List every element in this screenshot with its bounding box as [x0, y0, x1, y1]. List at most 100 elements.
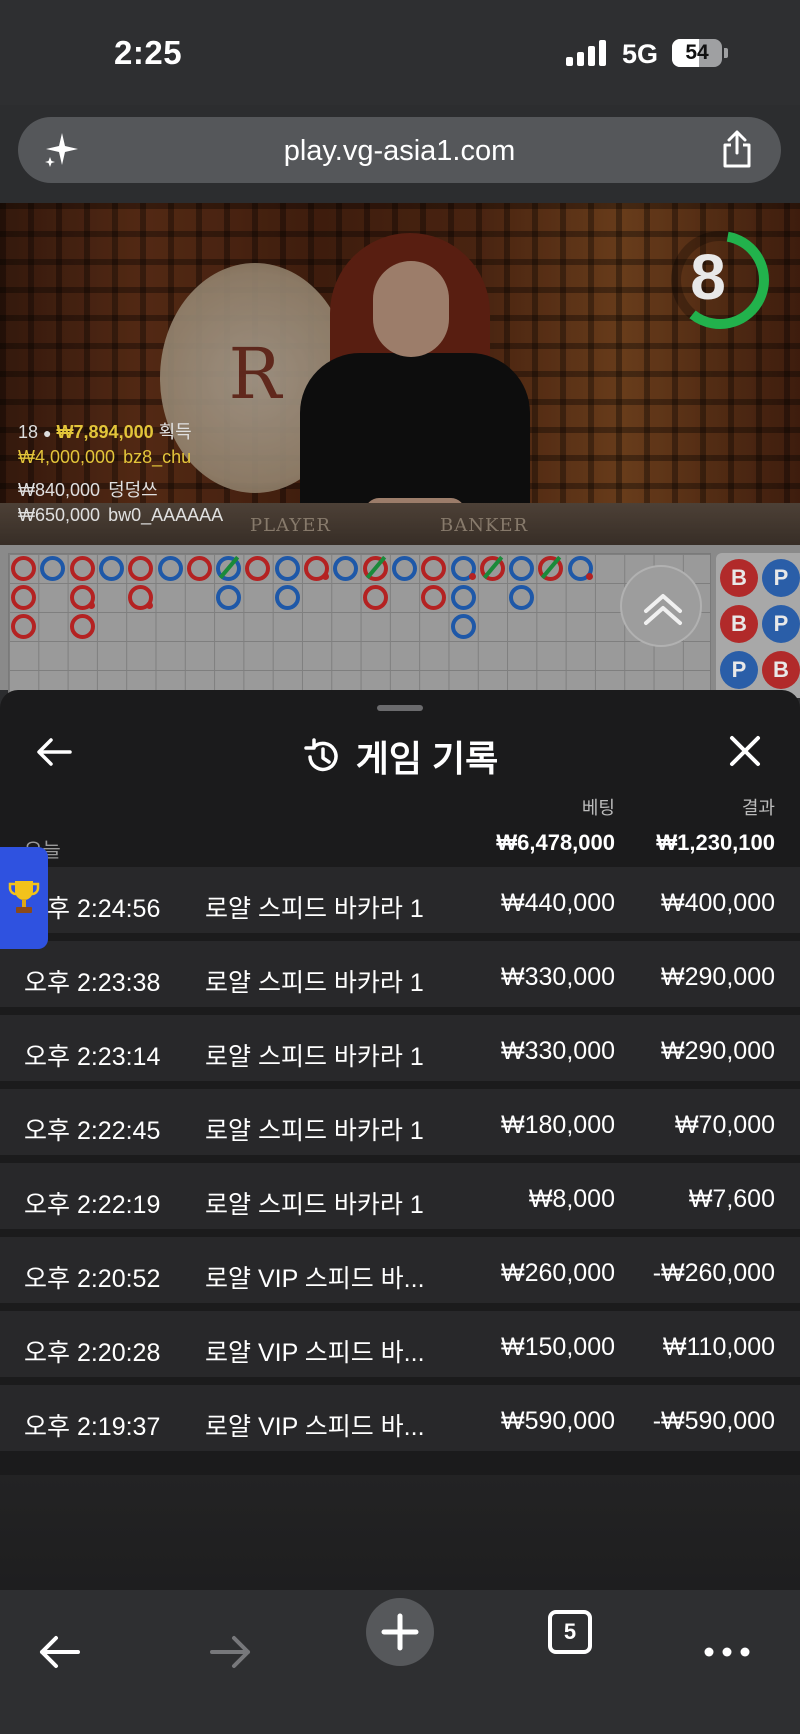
- trophy-icon: [8, 881, 40, 913]
- total-result: ₩1,230,100: [656, 830, 775, 855]
- row-time: 오후 2:19:37: [24, 1413, 161, 1441]
- winner-row: ₩4,000,000 bz8_chu: [18, 447, 223, 476]
- arrow-right-icon[interactable]: [200, 1622, 260, 1682]
- banker-bead: [11, 556, 36, 581]
- banker-bead: [128, 556, 154, 581]
- banker-bead: [245, 556, 271, 581]
- roadmap: B P B P P B: [0, 545, 800, 698]
- banker-bead: [421, 556, 447, 581]
- row-result: ₩400,000: [661, 889, 775, 917]
- history-row[interactable]: 오후 2:19:37 로얄 VIP 스피드 바... ₩590,000 -₩590,0…: [0, 1385, 800, 1459]
- banker-bead: [11, 585, 36, 610]
- banker-bead: [362, 555, 388, 581]
- countdown-number: 8: [690, 241, 726, 313]
- row-game: 로얄 스피드 바카라 1: [205, 1191, 424, 1219]
- status-bar: 2:25 5G 54: [0, 0, 800, 105]
- winners-suffix: 획득: [158, 422, 192, 442]
- bead-road-banker: B: [720, 605, 758, 643]
- more-icon[interactable]: [697, 1622, 757, 1682]
- history-row[interactable]: 오후 2:22:45 로얄 스피드 바카라 1 ₩180,000 ₩70,000: [0, 1089, 800, 1163]
- winner-amount: ₩650,000: [18, 505, 101, 525]
- address-bar[interactable]: play.vg-asia1.com: [18, 117, 781, 183]
- close-icon[interactable]: [726, 732, 764, 770]
- banker-bead: [69, 614, 95, 639]
- row-result: ₩7,600: [688, 1185, 775, 1213]
- new-tab-button[interactable]: [366, 1598, 434, 1666]
- winner-row: ₩840,000 덩덩쓰: [18, 476, 223, 505]
- winners-total: ₩7,894,000: [56, 422, 154, 442]
- bead-road-player: P: [720, 651, 758, 689]
- row-game: 로얄 VIP 스피드 바...: [205, 1339, 425, 1367]
- player-bead: [509, 556, 535, 581]
- banker-bead: [362, 585, 388, 610]
- row-result: ₩290,000: [661, 963, 775, 991]
- network-type: 5G: [622, 39, 659, 69]
- player-bead: [333, 556, 359, 581]
- row-time: 오후 2:22:45: [24, 1117, 161, 1145]
- winners-list: 18 ● ₩7,894,000 획득 ₩4,000,000 bz8_chu ₩84…: [18, 418, 223, 534]
- history-list: 오후 2:24:56 로얄 스피드 바카라 1 ₩440,000 ₩400,000 오…: [0, 867, 800, 1459]
- row-result: -₩590,000: [652, 1407, 775, 1435]
- plus-icon: [381, 1613, 419, 1651]
- banker-bead: [538, 555, 564, 581]
- sheet-title-text: 게임 기록: [355, 738, 499, 779]
- battery-icon: 54: [672, 39, 728, 67]
- row-bet: ₩440,000: [501, 889, 615, 917]
- arrow-left-icon[interactable]: [30, 1622, 90, 1682]
- sheet-drag-handle[interactable]: [377, 705, 423, 711]
- player-bead: [98, 556, 124, 581]
- history-row[interactable]: 오후 2:20:52 로얄 VIP 스피드 바... ₩260,000 -₩260,0…: [0, 1237, 800, 1311]
- sheet-title: 게임 기록: [0, 730, 800, 782]
- history-row[interactable]: 오후 2:23:14 로얄 스피드 바카라 1 ₩330,000 ₩290,000: [0, 1015, 800, 1089]
- share-icon[interactable]: [719, 129, 755, 169]
- roadmap-toggle-button[interactable]: [620, 565, 702, 647]
- row-game: 로얄 VIP 스피드 바...: [205, 1413, 425, 1441]
- player-bead: [567, 556, 593, 581]
- player-bead: [274, 556, 300, 581]
- winners-summary: 18 ● ₩7,894,000 획득: [18, 418, 223, 447]
- url-text[interactable]: play.vg-asia1.com: [18, 135, 781, 168]
- row-time: 오후 2:20:28: [24, 1339, 161, 1367]
- banker-bead: [69, 556, 95, 581]
- winner-name: bw0_AAAAAA: [108, 505, 224, 525]
- big-road: [8, 553, 711, 698]
- game-history-sheet: 게임 기록 베팅 결과 오늘 ₩6,478,000 ₩1,230,100 오후 …: [0, 690, 800, 1590]
- player-bead: [509, 585, 535, 610]
- row-game: 로얄 VIP 스피드 바...: [205, 1265, 425, 1293]
- row-bet: ₩330,000: [501, 963, 615, 991]
- banker-bead: [69, 585, 95, 610]
- chevrons-up-icon: [644, 594, 682, 625]
- row-result: ₩70,000: [674, 1111, 775, 1139]
- history-row[interactable]: 오후 2:24:56 로얄 스피드 바카라 1 ₩440,000 ₩400,000: [0, 867, 800, 941]
- bead-road: B P B P P B: [716, 553, 800, 698]
- player-bead: [274, 585, 300, 610]
- bead-road-banker: B: [720, 559, 758, 597]
- row-result: -₩260,000: [652, 1259, 775, 1287]
- history-row[interactable]: 오후 2:20:28 로얄 VIP 스피드 바... ₩150,000 ₩110,00…: [0, 1311, 800, 1385]
- list-fade: [0, 1475, 800, 1590]
- banker-bead: [11, 614, 36, 639]
- bead-road-player: P: [762, 605, 800, 643]
- player-bead: [391, 556, 417, 581]
- live-video[interactable]: R PLAYER BANKER 8 18 ● ₩7,894,000 획득 ₩4,…: [0, 203, 800, 545]
- signal-icon: [566, 40, 608, 66]
- player-bead: [450, 556, 476, 581]
- banker-bead: [304, 556, 329, 581]
- status-time: 2:25: [114, 34, 183, 71]
- history-row[interactable]: 오후 2:22:19 로얄 스피드 바카라 1 ₩8,000 ₩7,600: [0, 1163, 800, 1237]
- banker-bead: [128, 585, 154, 610]
- column-header-result: 결과: [741, 798, 775, 818]
- row-bet: ₩150,000: [501, 1333, 615, 1361]
- battery-level: 54: [685, 41, 709, 64]
- winner-name: bz8_chu: [123, 447, 192, 467]
- total-bet: ₩6,478,000: [496, 830, 615, 855]
- history-row[interactable]: 오후 2:23:38 로얄 스피드 바카라 1 ₩330,000 ₩290,000: [0, 941, 800, 1015]
- row-time: 오후 2:23:38: [24, 969, 161, 997]
- column-header-bet: 베팅: [581, 798, 615, 818]
- row-game: 로얄 스피드 바카라 1: [205, 1043, 424, 1071]
- bead-road-player: P: [762, 559, 800, 597]
- leaderboard-tab[interactable]: [0, 847, 48, 949]
- player-bead: [216, 585, 242, 610]
- tabs-icon[interactable]: 5: [548, 1610, 592, 1654]
- user-icon: ●: [43, 425, 52, 441]
